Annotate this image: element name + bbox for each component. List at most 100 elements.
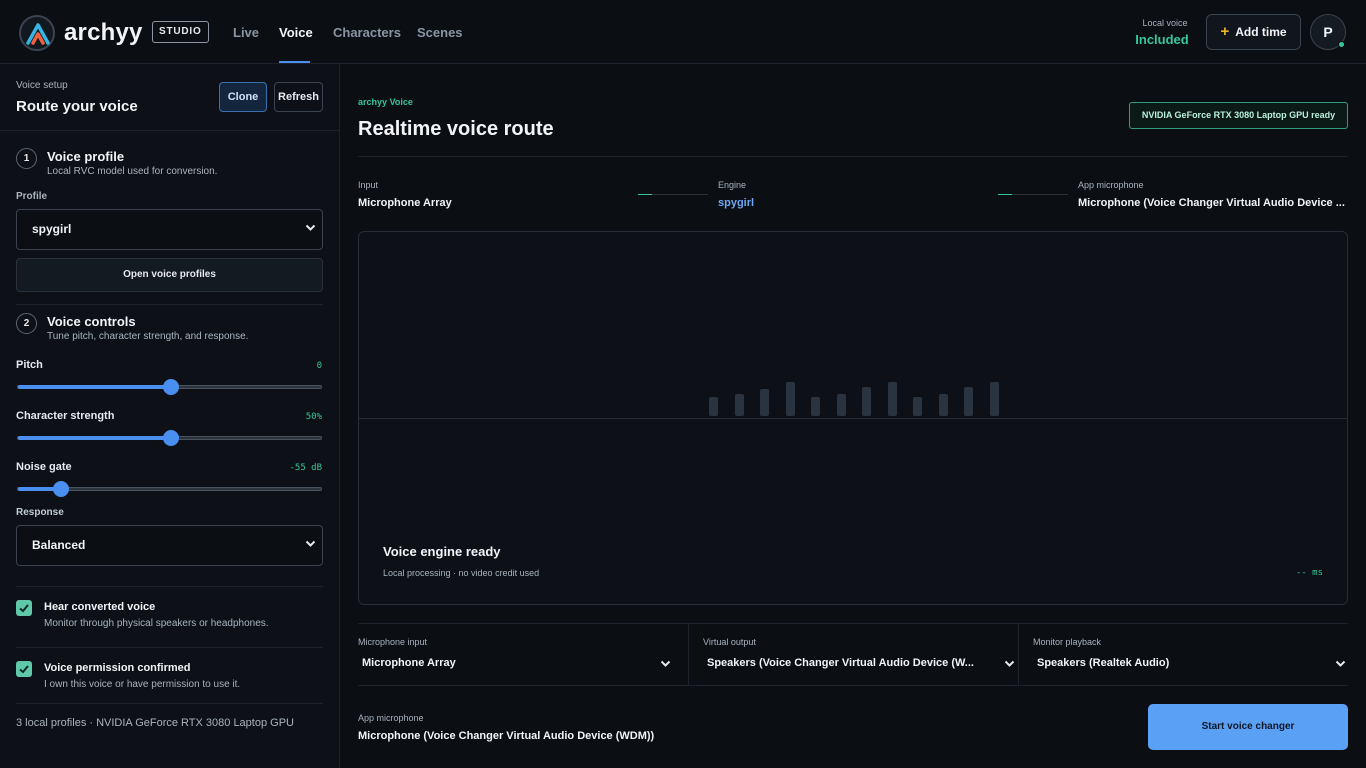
archyy-logo-icon[interactable] [19, 15, 55, 51]
chevron-down-icon [1004, 660, 1015, 667]
open-voice-profiles-button[interactable]: Open voice profiles [16, 258, 323, 292]
active-tab-indicator [279, 61, 310, 63]
level-bar [964, 387, 973, 416]
route-app-mic-value: Microphone (Voice Changer Virtual Audio … [1078, 197, 1345, 209]
response-select[interactable]: Balanced [16, 525, 323, 566]
level-bar [837, 394, 846, 416]
route-engine-value: spygirl [718, 197, 755, 209]
voice-permission-label: Voice permission confirmed [44, 662, 191, 674]
route-engine-label: Engine [718, 180, 747, 190]
app-root: archyy STUDIO Live Voice Characters Scen… [0, 0, 1366, 768]
divider [16, 586, 323, 587]
profile-select[interactable]: spygirl [16, 209, 323, 250]
virtual-output-value: Speakers (Voice Changer Virtual Audio De… [707, 657, 974, 669]
voice-visualizer: Voice engine ready Local processing · no… [358, 231, 1348, 605]
character-strength-slider[interactable] [17, 430, 322, 446]
voice-profile-desc: Local RVC model used for conversion. [47, 166, 218, 177]
add-time-label: Add time [1235, 25, 1287, 39]
divider [16, 647, 323, 648]
chevron-down-icon [660, 660, 671, 667]
character-strength-slider-fill [18, 436, 171, 440]
app-microphone-label: App microphone [358, 713, 424, 723]
level-bar [862, 387, 871, 416]
hear-converted-voice-checkbox[interactable] [16, 600, 32, 616]
level-bar [760, 389, 769, 416]
tab-characters[interactable]: Characters [333, 25, 401, 40]
level-bar [709, 397, 718, 416]
virtual-output-label: Virtual output [703, 637, 756, 647]
step-2-number: 2 [16, 313, 37, 334]
gpu-status-badge: NVIDIA GeForce RTX 3080 Laptop GPU ready [1129, 102, 1348, 129]
top-header: archyy STUDIO Live Voice Characters Scen… [0, 0, 1366, 64]
local-voice-status: Included [1135, 32, 1189, 47]
divider [358, 156, 1348, 157]
noise-gate-value: -55 dB [289, 463, 322, 473]
virtual-output-select[interactable]: Virtual output Speakers (Voice Changer V… [703, 624, 1018, 685]
monitor-playback-select[interactable]: Monitor playback Speakers (Realtek Audio… [1033, 624, 1348, 685]
engine-status-title: Voice engine ready [383, 544, 501, 559]
tab-scenes[interactable]: Scenes [417, 25, 463, 40]
level-bar [913, 397, 922, 416]
clone-button[interactable]: Clone [219, 82, 267, 112]
voice-profile-heading: Voice profile [47, 149, 125, 164]
divider [16, 703, 323, 704]
response-label: Response [16, 507, 64, 518]
microphone-input-value: Microphone Array [362, 657, 456, 669]
refresh-button[interactable]: Refresh [274, 82, 323, 112]
monitor-playback-value: Speakers (Realtek Audio) [1037, 657, 1170, 669]
start-voice-changer-button[interactable]: Start voice changer [1148, 704, 1348, 750]
hear-converted-voice-label: Hear converted voice [44, 601, 156, 613]
tab-voice[interactable]: Voice [279, 25, 313, 40]
character-strength-label: Character strength [16, 410, 115, 422]
checkmark-icon [19, 604, 29, 613]
pitch-label: Pitch [16, 359, 43, 371]
character-strength-value: 50% [305, 412, 322, 422]
pitch-slider[interactable] [17, 379, 322, 395]
voice-controls-heading: Voice controls [47, 314, 136, 329]
profile-label: Profile [16, 191, 48, 202]
microphone-input-select[interactable]: Microphone input Microphone Array [358, 624, 688, 685]
route-connector [998, 194, 1068, 195]
noise-gate-slider-thumb[interactable] [52, 481, 69, 497]
main-kicker: archyy Voice [358, 97, 413, 107]
chevron-down-icon [305, 540, 316, 547]
visualizer-baseline [359, 418, 1347, 419]
page-title: Realtime voice route [358, 118, 554, 140]
chevron-down-icon [305, 224, 316, 231]
level-bar [735, 394, 744, 416]
main-panel: archyy Voice Realtime voice route NVIDIA… [341, 64, 1366, 768]
plus-icon: + [1220, 23, 1230, 40]
response-select-value: Balanced [32, 538, 86, 552]
monitor-playback-label: Monitor playback [1033, 637, 1102, 647]
sidebar-kicker: Voice setup [16, 80, 68, 91]
sidebar-footer-status: 3 local profiles · NVIDIA GeForce RTX 30… [16, 717, 294, 729]
hear-converted-voice-desc: Monitor through physical speakers or hea… [44, 618, 269, 629]
level-bar [939, 394, 948, 416]
pitch-value: 0 [316, 361, 322, 371]
pitch-slider-fill [18, 385, 171, 389]
local-voice-label: Local voice [1142, 18, 1188, 28]
noise-gate-slider[interactable] [17, 481, 322, 497]
tab-live[interactable]: Live [233, 25, 259, 40]
noise-gate-label: Noise gate [16, 461, 72, 473]
character-strength-slider-thumb[interactable] [162, 430, 179, 446]
level-bar [888, 382, 897, 416]
divider [0, 130, 339, 131]
pitch-slider-thumb[interactable] [162, 379, 179, 395]
engine-status-subtitle: Local processing · no video credit used [383, 568, 540, 578]
voice-setup-sidebar: Voice setup Route your voice Clone Refre… [0, 64, 340, 768]
level-bar [786, 382, 795, 416]
add-time-button[interactable]: + Add time [1206, 14, 1301, 50]
route-input-label: Input [358, 180, 379, 190]
chevron-down-icon [1335, 660, 1346, 667]
studio-badge: STUDIO [152, 21, 209, 43]
voice-controls-desc: Tune pitch, character strength, and resp… [47, 331, 249, 342]
voice-permission-desc: I own this voice or have permission to u… [44, 679, 241, 690]
profile-select-value: spygirl [32, 222, 72, 236]
route-app-mic-label: App microphone [1078, 180, 1144, 190]
divider [16, 304, 323, 305]
column-divider [1018, 624, 1019, 685]
voice-permission-checkbox[interactable] [16, 661, 32, 677]
checkmark-icon [19, 665, 29, 674]
column-divider [688, 624, 689, 685]
